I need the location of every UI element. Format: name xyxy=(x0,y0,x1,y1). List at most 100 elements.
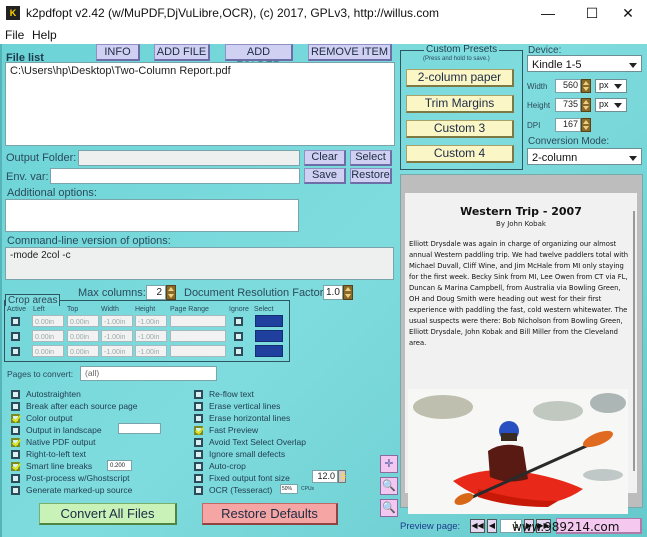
crop-page-range-input[interactable] xyxy=(170,330,226,342)
crop-width-input[interactable]: -1.00in xyxy=(101,330,133,342)
conversion-mode-select[interactable]: 2-column xyxy=(527,148,642,165)
add-folder-button[interactable]: ADD FOLDER xyxy=(225,44,293,72)
crop-ignore-checkbox[interactable] xyxy=(234,332,243,341)
crop-page-range-input[interactable] xyxy=(170,315,226,327)
preset-trim-margins-button[interactable]: Trim Margins xyxy=(406,95,514,113)
command-line-output[interactable]: -mode 2col -c xyxy=(5,247,394,280)
info-button[interactable]: INFO xyxy=(96,44,140,61)
erase-horizontal-checkbox[interactable] xyxy=(194,414,203,423)
auto-crop-checkbox[interactable] xyxy=(194,462,203,471)
additional-options-input[interactable] xyxy=(5,199,299,232)
marked-up-source-checkbox[interactable] xyxy=(11,486,20,495)
crop-top-input[interactable]: 0.00in xyxy=(67,345,99,357)
color-output-checkbox[interactable] xyxy=(11,414,20,423)
add-file-button[interactable]: ADD FILE xyxy=(154,44,210,61)
crop-height-input[interactable]: -1.00in xyxy=(135,345,167,357)
crop-active-checkbox[interactable] xyxy=(11,347,20,356)
crop-active-checkbox[interactable] xyxy=(11,317,20,326)
reflow-text-checkbox[interactable] xyxy=(194,390,203,399)
crop-select-button[interactable] xyxy=(255,345,283,357)
crop-height-input[interactable]: -1.00in xyxy=(135,330,167,342)
crop-top-input[interactable]: 0.00in xyxy=(67,330,99,342)
crop-width-input[interactable]: -1.00in xyxy=(101,345,133,357)
clear-button[interactable]: Clear xyxy=(304,150,346,166)
zoom-out-icon[interactable]: 🔍 xyxy=(380,499,398,517)
fast-preview-checkbox[interactable] xyxy=(194,426,203,435)
preset-custom-3-button[interactable]: Custom 3 xyxy=(406,120,514,138)
crop-left-input[interactable]: 0.00in xyxy=(32,315,64,327)
doc-res-factor-spinner[interactable] xyxy=(343,285,353,300)
doc-res-factor-input[interactable]: 1.0 xyxy=(323,285,343,300)
file-list-box[interactable]: C:\Users\hp\Desktop\Two-Column Report.pd… xyxy=(5,62,395,146)
crop-page-range-input[interactable] xyxy=(170,345,226,357)
break-after-page-checkbox[interactable] xyxy=(11,402,20,411)
fixed-font-size-spinner[interactable] xyxy=(338,470,346,483)
native-pdf-checkbox[interactable] xyxy=(11,438,20,447)
preview-scrollbar[interactable] xyxy=(633,211,635,471)
width-spinner[interactable] xyxy=(581,79,591,93)
minimize-button[interactable]: — xyxy=(528,2,568,24)
close-button[interactable]: ✕ xyxy=(608,2,647,24)
crop-select-button[interactable] xyxy=(255,330,283,342)
ignore-defects-checkbox[interactable] xyxy=(194,450,203,459)
fixed-font-size-input[interactable]: 12.0 xyxy=(312,470,338,483)
width-unit-select[interactable]: px xyxy=(595,79,627,93)
preview-pane[interactable]: Western Trip - 2007 By John Kobak Elliot… xyxy=(400,174,643,514)
max-columns-input[interactable]: 2 xyxy=(146,285,166,300)
select-button[interactable]: Select xyxy=(350,150,392,166)
crop-select-button[interactable] xyxy=(255,315,283,327)
preview-body: Elliott Drysdale was again in charge of … xyxy=(409,240,629,347)
dpi-input[interactable]: 167 xyxy=(555,118,581,132)
crop-header-select: Select xyxy=(254,306,274,313)
pages-to-convert-input[interactable]: (all) xyxy=(80,366,217,381)
maximize-button[interactable]: ☐ xyxy=(572,2,612,24)
crop-ignore-checkbox[interactable] xyxy=(234,317,243,326)
crop-top-input[interactable]: 0.00in xyxy=(67,315,99,327)
output-folder-label: Output Folder: xyxy=(6,152,77,164)
device-select[interactable]: Kindle 1-5 xyxy=(527,55,642,72)
height-unit-select[interactable]: px xyxy=(595,98,627,112)
conversion-mode-value: 2-column xyxy=(532,152,578,164)
right-to-left-checkbox[interactable] xyxy=(11,450,20,459)
crop-header-active: Active xyxy=(7,306,27,313)
save-button[interactable]: Save xyxy=(304,168,346,184)
convert-all-button[interactable]: Convert All Files xyxy=(39,503,177,525)
crop-ignore-checkbox[interactable] xyxy=(234,347,243,356)
env-var-input[interactable] xyxy=(50,168,300,184)
fixed-font-size-checkbox[interactable] xyxy=(194,474,203,483)
height-spinner[interactable] xyxy=(581,98,591,112)
landscape-input[interactable] xyxy=(118,423,161,434)
landscape-checkbox[interactable] xyxy=(11,426,20,435)
env-var-label: Env. var: xyxy=(6,171,49,183)
avoid-overlap-checkbox[interactable] xyxy=(194,438,203,447)
height-input[interactable]: 735 xyxy=(555,98,581,112)
smart-line-breaks-input[interactable]: 0.200 xyxy=(107,460,132,471)
remove-item-button[interactable]: REMOVE ITEM xyxy=(308,44,392,61)
first-page-button[interactable]: ◀◀ xyxy=(470,519,485,533)
zoom-in-icon[interactable]: 🔍 xyxy=(380,477,398,495)
crop-left-input[interactable]: 0.00in xyxy=(32,345,64,357)
crop-left-input[interactable]: 0.00in xyxy=(32,330,64,342)
autostraighten-checkbox[interactable] xyxy=(11,390,20,399)
smart-line-breaks-checkbox[interactable] xyxy=(11,462,20,471)
menu-help[interactable]: Help xyxy=(32,28,57,42)
max-columns-spinner[interactable] xyxy=(166,285,176,300)
ocr-checkbox[interactable] xyxy=(194,486,203,495)
restore-defaults-button[interactable]: Restore Defaults xyxy=(202,503,338,525)
restore-button[interactable]: Restore xyxy=(350,168,392,184)
crop-height-input[interactable]: -1.00in xyxy=(135,315,167,327)
output-folder-input[interactable] xyxy=(78,150,300,166)
ghostscript-checkbox[interactable] xyxy=(11,474,20,483)
preset-2-column-button[interactable]: 2-column paper xyxy=(406,69,514,87)
width-input[interactable]: 560 xyxy=(555,79,581,93)
crop-active-checkbox[interactable] xyxy=(11,332,20,341)
menu-file[interactable]: File xyxy=(5,28,24,42)
erase-vertical-checkbox[interactable] xyxy=(194,402,203,411)
crop-width-input[interactable]: -1.00in xyxy=(101,315,133,327)
preset-custom-4-button[interactable]: Custom 4 xyxy=(406,145,514,163)
fit-page-icon[interactable]: ✛ xyxy=(380,455,398,473)
prev-page-button[interactable]: ◀ xyxy=(487,519,497,533)
file-list-item[interactable]: C:\Users\hp\Desktop\Two-Column Report.pd… xyxy=(10,65,390,77)
ocr-cpu-input[interactable]: 50% xyxy=(280,484,298,494)
dpi-spinner[interactable] xyxy=(581,118,591,132)
